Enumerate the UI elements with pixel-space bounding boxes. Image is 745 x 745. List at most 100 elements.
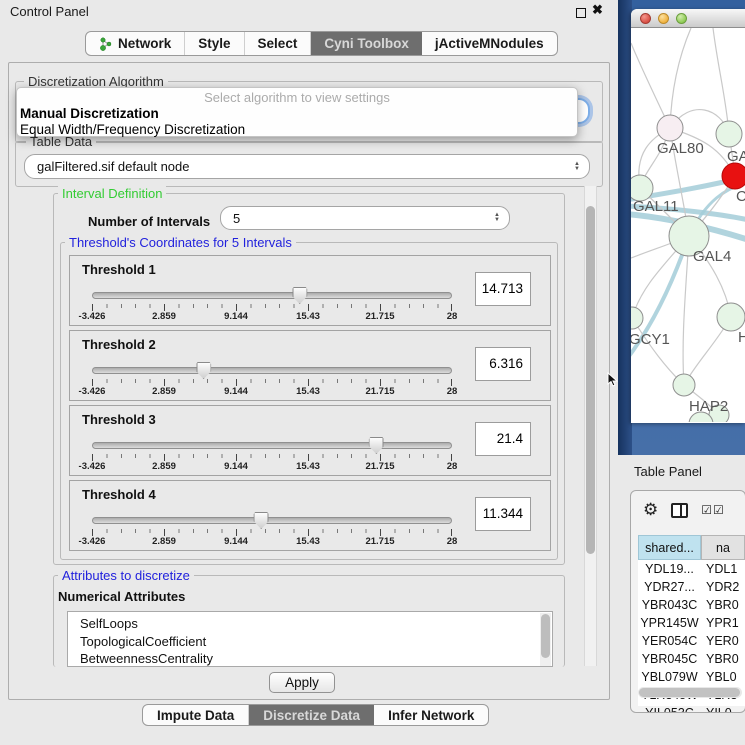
major-tick (308, 379, 309, 386)
tab-discretize-data[interactable]: Discretize Data (249, 705, 374, 725)
close-icon[interactable]: ✖ (592, 2, 603, 18)
table-cell[interactable]: YBR043C (638, 596, 701, 614)
content-scrollbar-thumb[interactable] (586, 206, 595, 554)
table-cell[interactable]: YBR0 (701, 596, 745, 614)
network-node[interactable] (716, 121, 742, 147)
table-row[interactable]: YDR27...YDR2 (638, 578, 745, 596)
threshold-3-slider[interactable]: -3.4262.8599.14415.4321.71528 (92, 434, 452, 474)
network-canvas[interactable]: GAL80GAGAL11CGAL4GCY1HHAP2 (631, 28, 745, 422)
network-node-label: GAL4 (693, 248, 731, 265)
network-node[interactable] (631, 307, 643, 329)
tick-label: 2.859 (152, 536, 176, 547)
tab-label: Network (118, 36, 171, 51)
network-node-label: GCY1 (631, 331, 670, 348)
tab-label: Style (198, 36, 230, 51)
network-node[interactable] (657, 115, 683, 141)
table-cell[interactable]: YDR2 (701, 578, 745, 596)
table-row[interactable]: YBR045CYBR0 (638, 650, 745, 668)
table-cell[interactable]: YER054C (638, 632, 701, 650)
table-cell[interactable]: YIL0 (701, 704, 745, 713)
slider-ticks (92, 379, 452, 386)
table-cell[interactable]: YPR145W (638, 614, 701, 632)
threshold-1-value-field[interactable]: 14.713 (475, 272, 531, 306)
table-cell[interactable]: YER0 (701, 632, 745, 650)
thresholds-group: Threshold's Coordinates for 5 Intervals … (60, 242, 558, 560)
gear-icon[interactable]: ⚙ (643, 500, 658, 520)
threshold-3-value-field[interactable]: 21.4 (475, 422, 531, 456)
table-cell[interactable]: YDL1 (701, 560, 745, 578)
close-traffic-light-icon[interactable] (640, 13, 651, 24)
tab-infer-network[interactable]: Infer Network (374, 705, 488, 725)
threshold-4-slider[interactable]: -3.4262.8599.14415.4321.71528 (92, 509, 452, 549)
tick-label: 21.715 (365, 536, 394, 547)
tab-impute-data[interactable]: Impute Data (143, 705, 249, 725)
network-node[interactable] (673, 374, 695, 396)
attribute-list-item[interactable]: TopologicalCoefficient (68, 633, 552, 651)
column-header-1[interactable]: shared... (638, 535, 701, 560)
table-cell[interactable]: YBR045C (638, 650, 701, 668)
attribute-list-item[interactable]: BetweennessCentrality (68, 650, 552, 667)
slider-track[interactable] (92, 367, 452, 374)
tick-label: 2.859 (152, 311, 176, 322)
threshold-1-slider[interactable]: -3.4262.8599.14415.4321.71528 (92, 284, 452, 324)
table-horizontal-scrollbar[interactable] (638, 687, 742, 698)
list-scrollbar[interactable] (540, 613, 551, 667)
table-row[interactable]: YBR043CYBR0 (638, 596, 745, 614)
minimize-traffic-light-icon[interactable] (658, 13, 669, 24)
apply-button[interactable]: Apply (269, 672, 335, 693)
tab-style[interactable]: Style (185, 32, 244, 55)
table-row[interactable]: YIL053CYIL0 (638, 704, 745, 713)
tab-network[interactable]: Network (86, 32, 185, 55)
attribute-list-item[interactable]: SelfLoops (68, 615, 552, 633)
threshold-2-value-field[interactable]: 6.316 (475, 347, 531, 381)
table-cell[interactable]: YPR1 (701, 614, 745, 632)
column-header-2[interactable]: na (701, 535, 745, 560)
num-intervals-combobox[interactable]: 5 ▲▼ (220, 206, 510, 230)
table-row[interactable]: YER054CYER0 (638, 632, 745, 650)
mouse-cursor (607, 372, 618, 392)
table-hscrollbar-thumb[interactable] (639, 688, 740, 697)
columns-icon[interactable] (671, 503, 688, 518)
slider-thumb[interactable] (254, 512, 269, 529)
table-row[interactable]: YDL19...YDL1 (638, 560, 745, 578)
slider-thumb[interactable] (196, 362, 211, 379)
table-cell[interactable]: YBL0 (701, 668, 745, 686)
dropdown-option-equal-width-frequency[interactable]: Equal Width/Frequency Discretization (17, 122, 577, 138)
table-panel-title: Table Panel (634, 464, 702, 479)
slider-thumb[interactable] (292, 287, 307, 304)
threshold-2-slider[interactable]: -3.4262.8599.14415.4321.71528 (92, 359, 452, 399)
table-cell[interactable]: YIL053C (638, 704, 701, 713)
table-cell[interactable]: YBR0 (701, 650, 745, 668)
threshold-4-value-field[interactable]: 11.344 (475, 497, 531, 531)
content-scrollbar[interactable] (584, 186, 597, 666)
table-cell[interactable]: YBL079W (638, 668, 701, 686)
major-tick (380, 529, 381, 536)
table-data-combobox[interactable]: galFiltered.sif default node ▲▼ (24, 154, 590, 179)
zoom-traffic-light-icon[interactable] (676, 13, 687, 24)
dropdown-prompt: Select algorithm to view settings (17, 90, 577, 106)
network-window-frame: GAL80GAGAL11CGAL4GCY1HHAP2 (618, 0, 745, 455)
threshold-panel-4: Threshold 4-3.4262.8599.14415.4321.71528… (69, 480, 551, 551)
float-window-icon[interactable] (576, 8, 586, 18)
network-node-label: GAL11 (633, 198, 679, 215)
tick-label: 21.715 (365, 311, 394, 322)
dropdown-option-manual-discretization[interactable]: Manual Discretization (17, 106, 577, 122)
slider-track[interactable] (92, 442, 452, 449)
table-cell[interactable]: YDR27... (638, 578, 701, 596)
slider-track[interactable] (92, 292, 452, 299)
major-tick (164, 379, 165, 386)
tab-select[interactable]: Select (245, 32, 312, 55)
table-cell[interactable]: YDL19... (638, 560, 701, 578)
tab-cyni-toolbox[interactable]: Cyni Toolbox (311, 32, 422, 55)
network-node-selected[interactable] (722, 163, 745, 189)
numerical-attributes-list[interactable]: SelfLoopsTopologicalCoefficientBetweenne… (67, 611, 553, 667)
network-node[interactable] (717, 303, 745, 331)
select-columns-checkboxes-icon[interactable]: ☑☑ (701, 503, 725, 517)
table-row[interactable]: YPR145WYPR1 (638, 614, 745, 632)
tab-jactivemnodules[interactable]: jActiveMNodules (422, 32, 557, 55)
major-tick (164, 454, 165, 461)
slider-track[interactable] (92, 517, 452, 524)
slider-thumb[interactable] (369, 437, 384, 454)
network-window-titlebar[interactable] (631, 9, 745, 28)
table-row[interactable]: YBL079WYBL0 (638, 668, 745, 686)
